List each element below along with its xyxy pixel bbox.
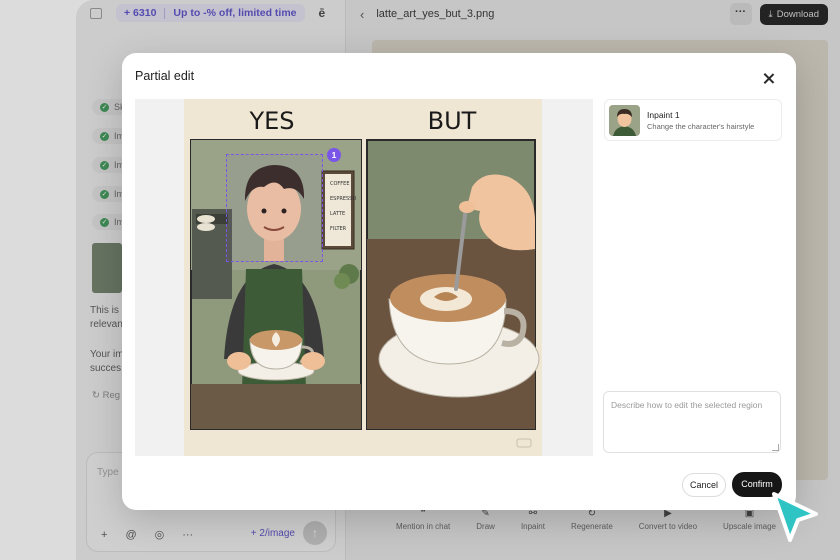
inpaint-thumbnail-art xyxy=(609,105,640,136)
but-panel xyxy=(366,139,540,430)
yes-heading: YES xyxy=(248,107,294,135)
pointer-cursor-icon xyxy=(772,492,818,542)
svg-text:LATTE: LATTE xyxy=(330,211,345,217)
but-heading: BUT xyxy=(428,107,477,135)
yes-but-comic-image[interactable]: YES BUT COFFEE ESPRESSO LATTE FILTER xyxy=(184,99,542,456)
selection-number-badge: 1 xyxy=(327,148,341,162)
modal-title: Partial edit xyxy=(135,69,195,83)
inpaint-thumbnail xyxy=(609,105,640,136)
resize-handle-icon[interactable] xyxy=(772,444,779,451)
inpaint-name: Inpaint 1 xyxy=(647,110,680,120)
partial-edit-modal: Partial edit YES BUT COFFEE ESPRESSO LAT… xyxy=(122,53,796,510)
inpaint-item[interactable]: Inpaint 1 Change the character's hairsty… xyxy=(604,99,782,141)
inpaint-selection-box[interactable] xyxy=(226,154,323,262)
svg-text:FILTER: FILTER xyxy=(330,226,347,232)
svg-text:COFFEE: COFFEE xyxy=(330,181,350,187)
svg-text:ESPRESSO: ESPRESSO xyxy=(330,196,356,202)
edit-canvas[interactable]: YES BUT COFFEE ESPRESSO LATTE FILTER 1 xyxy=(135,99,593,456)
edit-description-input[interactable] xyxy=(603,391,781,453)
inpaint-description: Change the character's hairstyle xyxy=(647,122,755,131)
close-icon[interactable] xyxy=(762,72,776,86)
cancel-button[interactable]: Cancel xyxy=(682,473,726,497)
